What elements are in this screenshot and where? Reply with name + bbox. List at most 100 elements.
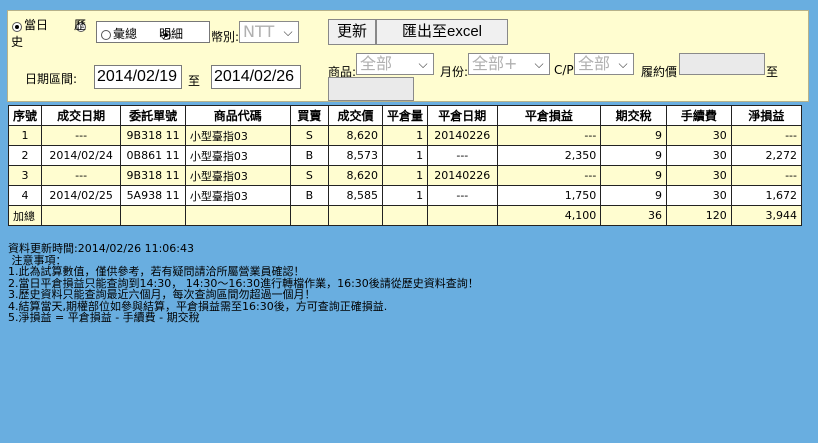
- cell-tax: 9: [600, 185, 667, 206]
- currency-value: NTT: [243, 22, 275, 41]
- cell-fee: 30: [665, 145, 732, 166]
- cell-close-qty: 1: [382, 125, 429, 146]
- col-header: 委託單號: [120, 105, 186, 126]
- table-row: 3 --- 9B318 11 小型臺指03 S 8,620 1 20140226…: [7, 165, 803, 186]
- cp-value: 全部: [578, 54, 611, 73]
- cell-net-pnl: 2,272: [730, 145, 803, 166]
- cell-price: 8,620: [328, 165, 384, 186]
- note-item: 1.此為試算數值，僅供參考，若有疑問請洽所屬營業員確認！: [8, 265, 305, 278]
- cell-total-label: 加總: [7, 205, 43, 226]
- cell-empty: [382, 205, 429, 226]
- col-header: 手續費: [665, 105, 732, 126]
- summary-radio[interactable]: [101, 29, 111, 40]
- chevron-down-icon: ⌵: [283, 25, 293, 39]
- currency-label: 幣別:: [211, 30, 240, 44]
- cell-close-qty: 1: [382, 185, 429, 206]
- cell-seq: 4: [7, 185, 43, 206]
- col-header: 平倉日期: [427, 105, 498, 126]
- cell-order-no: 9B318 11: [120, 125, 186, 146]
- summary-label: 彙總: [113, 27, 138, 41]
- update-time-text: 資料更新時間:2014/02/26 11:06:43: [8, 242, 195, 255]
- cell-close-date: 20140226: [427, 165, 498, 186]
- cell-product: 小型臺指03: [184, 125, 291, 146]
- cell-total-net-pnl: 3,944: [730, 205, 803, 226]
- cell-close-pnl: ---: [496, 125, 602, 146]
- cell-empty: [41, 205, 122, 226]
- cell-net-pnl: ---: [730, 165, 803, 186]
- cell-close-qty: 1: [382, 145, 429, 166]
- cell-close-pnl: ---: [496, 165, 602, 186]
- cell-empty: [184, 205, 291, 226]
- cp-select[interactable]: 全部 ⌵: [574, 53, 634, 75]
- mode-today-radio[interactable]: [12, 21, 22, 32]
- strike-from-input[interactable]: [679, 53, 765, 75]
- cell-seq: 2: [7, 145, 43, 166]
- cell-order-no: 0B861 11: [120, 145, 186, 166]
- cell-side: B: [289, 145, 330, 166]
- col-header: 成交日期: [41, 105, 122, 126]
- cell-tax: 9: [600, 165, 667, 186]
- strike-to-input[interactable]: [328, 77, 414, 101]
- cell-price: 8,620: [328, 125, 384, 146]
- cell-fee: 30: [665, 165, 732, 186]
- table-row: 4 2014/02/25 5A938 11 小型臺指03 B 8,585 1 -…: [7, 185, 803, 206]
- cell-trade-date: ---: [41, 125, 122, 146]
- notes-block: 資料更新時間:2014/02/26 11:06:43 注意事項： 1.此為試算數值…: [8, 243, 479, 324]
- table-total-row: 加總 4,100 36 120 3,944: [7, 205, 803, 226]
- refresh-button[interactable]: 更新: [328, 19, 376, 45]
- cell-empty: [120, 205, 186, 226]
- cell-close-pnl: 1,750: [496, 185, 602, 206]
- cell-product: 小型臺指03: [184, 185, 291, 206]
- cell-total-fee: 120: [665, 205, 732, 226]
- cell-net-pnl: ---: [730, 125, 803, 146]
- cell-order-no: 9B318 11: [120, 165, 186, 186]
- detail-option-box: 彙總 明細: [96, 21, 210, 43]
- table-row: 1 --- 9B318 11 小型臺指03 S 8,620 1 20140226…: [7, 125, 803, 146]
- cell-tax: 9: [600, 125, 667, 146]
- cell-seq: 1: [7, 125, 43, 146]
- cell-tax: 9: [600, 145, 667, 166]
- table-header-row: 序號 成交日期 委託單號 商品代碼 買賣 成交價 平倉量 平倉日期 平倉損益 期…: [7, 105, 803, 126]
- cell-fee: 30: [665, 185, 732, 206]
- mode-history-label: 歷: [74, 18, 87, 32]
- cell-empty: [328, 205, 384, 226]
- cell-price: 8,573: [328, 145, 384, 166]
- cell-close-qty: 1: [382, 165, 429, 186]
- month-value: 全部+: [472, 54, 518, 73]
- cell-price: 8,585: [328, 185, 384, 206]
- col-header: 成交價: [328, 105, 384, 126]
- currency-select[interactable]: NTT ⌵: [239, 21, 299, 43]
- strike-to-label: 至: [766, 65, 779, 79]
- mode-today-label: 當日: [24, 18, 49, 32]
- col-header: 平倉損益: [496, 105, 602, 126]
- cell-empty: [427, 205, 498, 226]
- detail-label: 明細: [159, 27, 184, 41]
- strike-label: 履約價: [641, 65, 678, 79]
- cp-label: C/P: [554, 63, 574, 77]
- cell-trade-date: ---: [41, 165, 122, 186]
- cell-side: B: [289, 185, 330, 206]
- cell-close-pnl: 2,350: [496, 145, 602, 166]
- col-header: 平倉量: [382, 105, 429, 126]
- date-to-input[interactable]: 2014/02/26: [211, 65, 301, 89]
- month-label: 月份:: [440, 65, 469, 79]
- export-excel-button[interactable]: 匯出至excel: [376, 19, 508, 45]
- date-from-input[interactable]: 2014/02/19: [94, 65, 182, 89]
- cell-empty: [289, 205, 330, 226]
- col-header: 買賣: [289, 105, 330, 126]
- chevron-down-icon: ⌵: [418, 57, 428, 71]
- cell-close-date: ---: [427, 145, 498, 166]
- query-panel: 當日 歷 史 彙總 明細 幣別: NTT ⌵ 更新 匯出至excel 日期區間:…: [7, 10, 809, 102]
- table-row: 2 2014/02/24 0B861 11 小型臺指03 B 8,573 1 -…: [7, 145, 803, 166]
- cell-trade-date: 2014/02/24: [41, 145, 122, 166]
- cell-trade-date: 2014/02/25: [41, 185, 122, 206]
- month-select[interactable]: 全部+ ⌵: [468, 53, 550, 75]
- date-range-label: 日期區間:: [25, 72, 78, 86]
- trade-table: 序號 成交日期 委託單號 商品代碼 買賣 成交價 平倉量 平倉日期 平倉損益 期…: [7, 105, 803, 226]
- product-select[interactable]: 全部 ⌵: [356, 53, 434, 75]
- cell-close-date: 20140226: [427, 125, 498, 146]
- note-item: 5.淨損益 = 平倉損益 - 手續費 - 期交稅: [8, 311, 200, 324]
- col-header: 期交稅: [600, 105, 667, 126]
- col-header: 淨損益: [730, 105, 803, 126]
- col-header: 商品代碼: [184, 105, 291, 126]
